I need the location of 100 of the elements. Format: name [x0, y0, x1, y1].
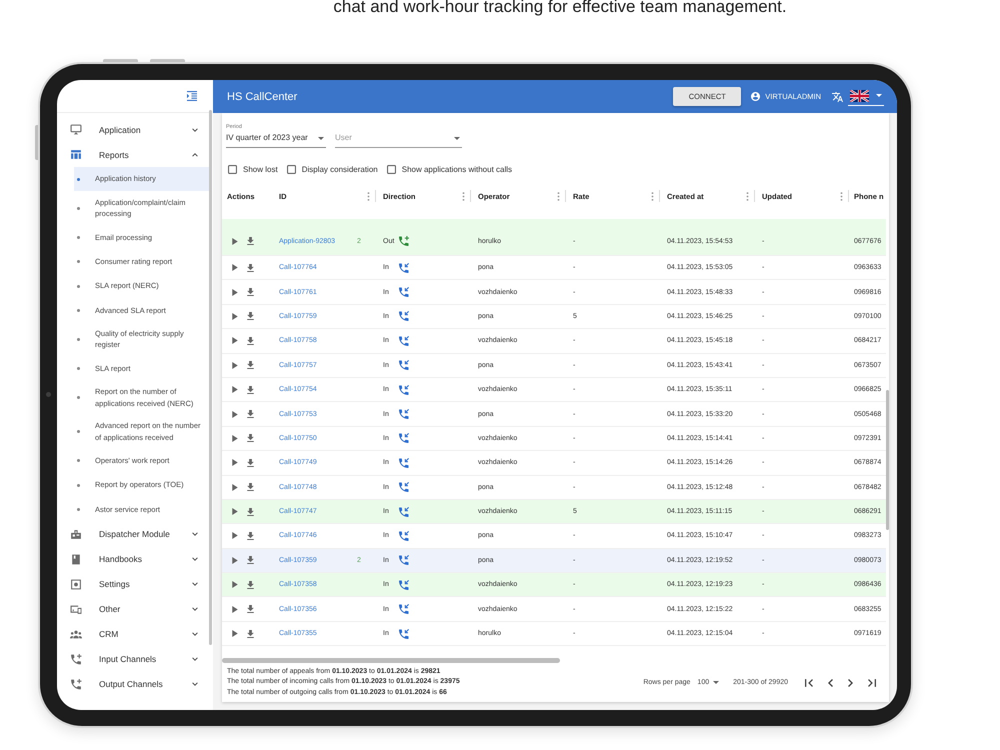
menu-collapse-icon[interactable]: [187, 91, 197, 101]
column-menu-icon[interactable]: [840, 192, 843, 200]
column-menu-icon[interactable]: [651, 192, 654, 200]
last-page-icon[interactable]: [868, 678, 876, 686]
download-icon[interactable]: [247, 630, 254, 638]
nav-item[interactable]: CRM: [57, 622, 209, 647]
app-title: HS CallCenter: [227, 90, 298, 102]
download-icon[interactable]: [247, 264, 254, 272]
bullet-icon: [77, 260, 80, 264]
download-icon[interactable]: [247, 605, 254, 614]
bullet-icon: [77, 396, 80, 400]
checkbox-option[interactable]: Show applications without calls: [386, 165, 512, 174]
caret-icon: [876, 94, 882, 97]
download-icon[interactable]: [247, 336, 254, 345]
nav-item[interactable]: Output Channels: [57, 672, 209, 697]
bullet-icon: [77, 236, 80, 239]
download-icon[interactable]: [247, 532, 254, 540]
checkbox[interactable]: [286, 165, 296, 174]
play-icon[interactable]: [232, 410, 238, 418]
scrollbar-thumb[interactable]: [222, 658, 560, 663]
checkbox[interactable]: [228, 165, 237, 174]
nav-item[interactable]: Handbooks: [57, 546, 209, 572]
column-menu-icon[interactable]: [557, 192, 560, 200]
bullet-icon: [77, 206, 80, 210]
incoming-call-icon: [399, 262, 409, 273]
bullet-icon: [77, 459, 80, 462]
incoming-call-icon: [399, 458, 409, 468]
download-icon[interactable]: [247, 361, 254, 370]
play-icon[interactable]: [232, 532, 238, 540]
account-icon: [751, 92, 760, 101]
tablet-edge-key: [35, 125, 38, 160]
download-icon[interactable]: [247, 458, 254, 467]
nav-item[interactable]: Dispatcher Module: [57, 522, 209, 547]
incoming-call-icon: [399, 530, 409, 541]
incoming-call-icon: [399, 580, 409, 590]
incoming-call-icon: [399, 409, 409, 420]
play-icon[interactable]: [232, 508, 238, 516]
download-icon[interactable]: [247, 386, 254, 394]
download-icon[interactable]: [247, 580, 254, 589]
tablet-edge-key: [150, 59, 185, 62]
incoming-call-icon: [399, 604, 409, 614]
caret-icon: [454, 136, 460, 140]
flag-icon: [850, 90, 869, 102]
translate-icon[interactable]: [832, 92, 843, 102]
play-icon[interactable]: [232, 484, 238, 491]
incoming-call-icon: [399, 628, 409, 639]
bullet-icon: [77, 367, 80, 370]
incoming-call-icon: [399, 311, 409, 322]
play-icon[interactable]: [232, 238, 238, 244]
scrollbar-thumb[interactable]: [209, 110, 212, 645]
camera-dot: [46, 392, 51, 397]
language-select[interactable]: [848, 88, 884, 106]
play-icon[interactable]: [232, 434, 238, 442]
play-icon[interactable]: [232, 556, 238, 564]
download-icon[interactable]: [247, 237, 254, 245]
scrollbar-thumb[interactable]: [886, 390, 889, 530]
play-icon[interactable]: [232, 337, 238, 344]
play-icon[interactable]: [232, 386, 238, 394]
bullet-icon: [77, 484, 80, 487]
first-page-icon[interactable]: [805, 678, 813, 686]
caret-icon: [318, 136, 324, 140]
column-menu-icon[interactable]: [746, 192, 749, 200]
download-icon[interactable]: [247, 508, 254, 516]
previous-page-icon[interactable]: [828, 678, 833, 686]
tablet-edge-key: [103, 59, 138, 62]
bullet-icon: [77, 430, 80, 434]
play-icon[interactable]: [232, 264, 238, 272]
play-icon[interactable]: [232, 312, 238, 320]
download-icon[interactable]: [247, 312, 254, 320]
checkbox[interactable]: [386, 165, 396, 174]
play-icon[interactable]: [232, 362, 238, 369]
bullet-icon: [77, 178, 80, 181]
column-menu-icon[interactable]: [462, 192, 465, 200]
download-icon[interactable]: [247, 434, 254, 442]
play-icon[interactable]: [232, 581, 238, 588]
play-icon[interactable]: [232, 288, 238, 296]
play-icon[interactable]: [232, 606, 238, 613]
incoming-call-icon: [399, 287, 409, 298]
checkbox-option[interactable]: Show lost: [228, 165, 278, 174]
incoming-call-icon: [399, 433, 409, 444]
phone-plus-icon: [399, 236, 409, 246]
nav-item[interactable]: Other: [57, 596, 209, 622]
download-icon[interactable]: [247, 410, 254, 418]
download-icon[interactable]: [247, 288, 254, 296]
bullet-icon: [77, 338, 80, 341]
play-icon[interactable]: [232, 630, 238, 638]
bullet-icon: [77, 508, 80, 512]
incoming-call-icon: [399, 384, 409, 395]
bullet-icon: [77, 284, 80, 288]
next-page-icon[interactable]: [848, 678, 853, 686]
download-icon[interactable]: [247, 483, 254, 492]
play-icon[interactable]: [232, 459, 238, 466]
nav-item[interactable]: Settings: [57, 572, 209, 597]
nav-item[interactable]: Input Channels: [57, 646, 209, 672]
incoming-call-icon: [399, 336, 409, 346]
column-menu-icon[interactable]: [367, 192, 370, 200]
download-icon[interactable]: [247, 556, 254, 564]
nav-item[interactable]: Reports: [57, 142, 209, 167]
nav-item[interactable]: Application: [57, 117, 209, 142]
checkbox-option[interactable]: Display consideration: [286, 165, 378, 174]
